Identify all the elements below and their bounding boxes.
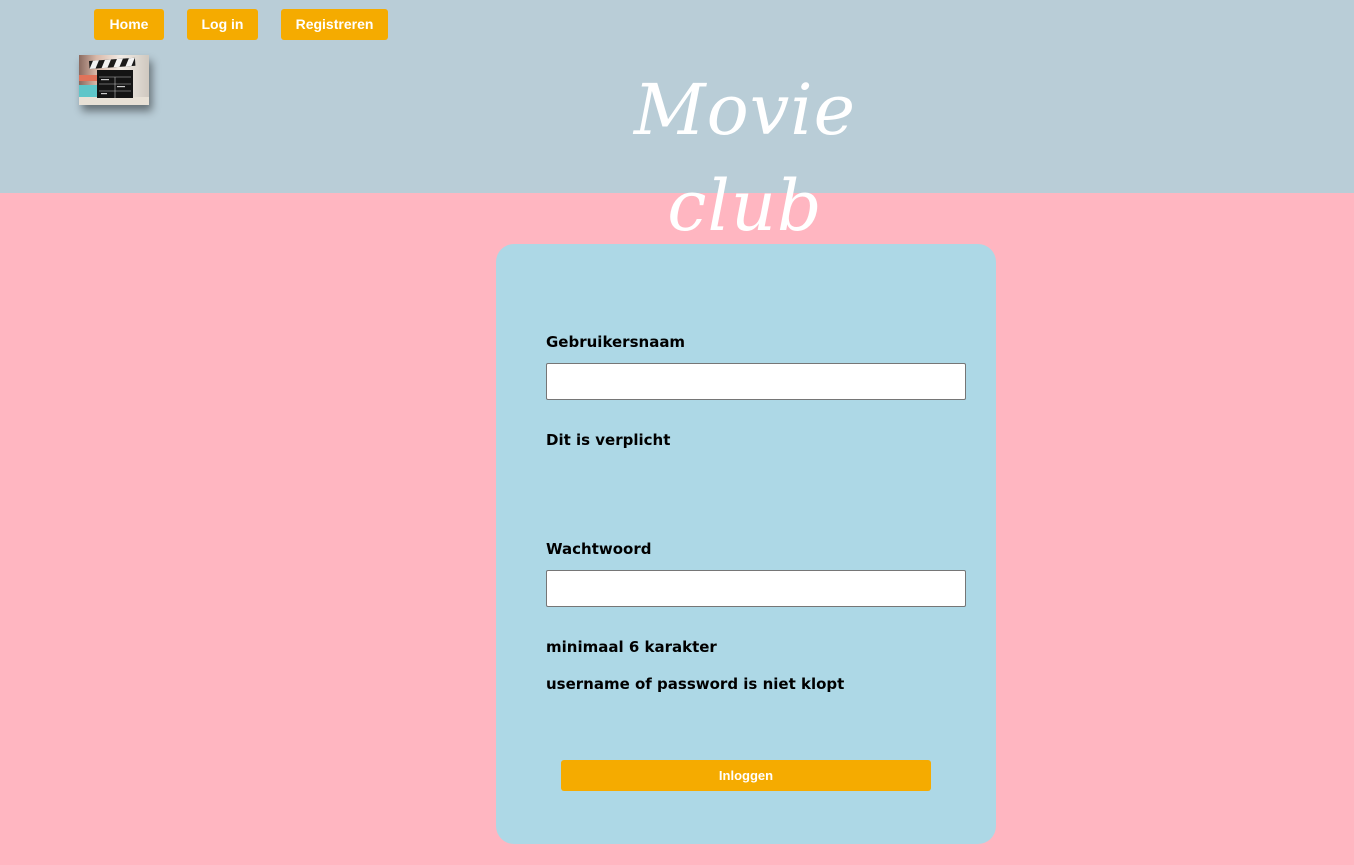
site-header: Home Log in Registreren Movie club [0, 0, 1354, 247]
site-title: Movie club [633, 69, 857, 247]
credentials-error-message: username of password is niet klopt [546, 675, 845, 693]
nav-home-button[interactable]: Home [94, 9, 164, 40]
password-input[interactable] [546, 570, 966, 607]
login-card: Gebruikersnaam Dit is verplicht Wachtwoo… [496, 244, 996, 844]
password-label: Wachtwoord [546, 540, 652, 558]
nav-login-button[interactable]: Log in [187, 9, 258, 40]
login-submit-button[interactable]: Inloggen [561, 760, 931, 791]
username-label: Gebruikersnaam [546, 333, 686, 351]
nav-register-button[interactable]: Registreren [281, 9, 388, 40]
username-input[interactable] [546, 363, 966, 400]
clapperboard-icon[interactable] [79, 55, 149, 105]
username-required-message: Dit is verplicht [546, 431, 671, 449]
password-min-length-message: minimaal 6 karakter [546, 638, 717, 656]
